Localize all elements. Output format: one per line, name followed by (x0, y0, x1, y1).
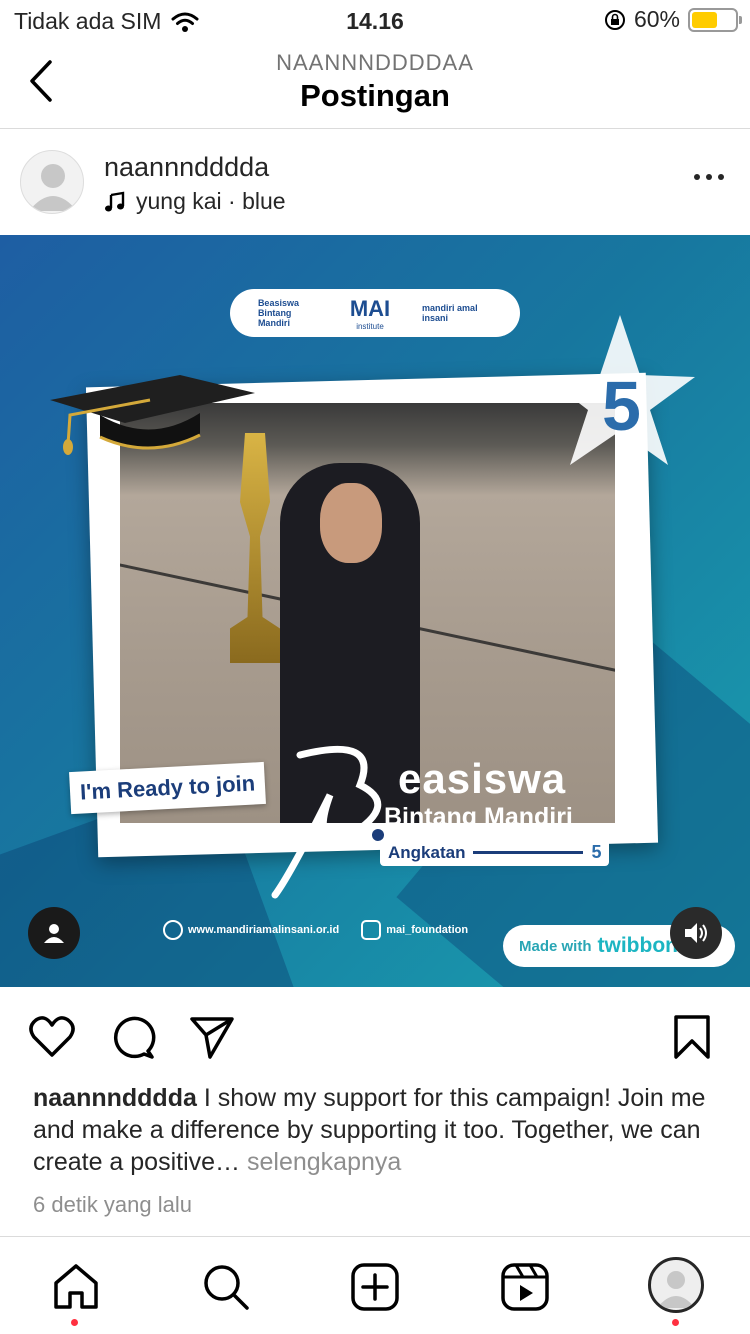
campaign-links: www.mandiriamalinsani.or.id mai_foundati… (163, 920, 468, 940)
tab-home[interactable] (50, 1261, 102, 1313)
more-dot (694, 174, 700, 180)
save-button[interactable] (668, 1013, 716, 1061)
beasiswa-title: easiswa (398, 755, 567, 802)
person-face (320, 483, 382, 563)
bookmark-icon (674, 1015, 710, 1059)
bintang-mandiri-title: Bintang Mandiri (384, 803, 573, 831)
person-icon (44, 924, 64, 943)
svg-text:5: 5 (602, 367, 641, 445)
more-options-button[interactable] (694, 174, 724, 180)
share-button[interactable] (188, 1013, 236, 1061)
profile-icon (657, 1271, 695, 1308)
post-header: naannndddda yung kai · blue (0, 130, 750, 235)
graduation-cap-icon (50, 375, 255, 455)
avatar[interactable] (20, 150, 84, 214)
tab-new-post[interactable] (349, 1261, 401, 1313)
paper-plane-icon (190, 1017, 234, 1059)
tab-search[interactable] (200, 1261, 252, 1313)
heart-icon (29, 1016, 75, 1057)
logo-mai-sub: institute (356, 321, 384, 331)
sponsor-logos: Beasiswa Bintang Mandiri MAI institute m… (230, 289, 520, 337)
music-label: yung kai · blue (136, 188, 286, 214)
angkatan-label: Angkatan 5 (380, 839, 610, 866)
more-dot (718, 174, 724, 180)
instagram-group: mai_foundation (361, 920, 468, 940)
post-username[interactable]: naannndddda (104, 152, 269, 183)
trophy (230, 433, 280, 663)
logo-mai: MAI (349, 295, 391, 321)
post-actions (0, 987, 750, 1087)
script-b-logo (271, 745, 384, 899)
bottom-tab-bar (0, 1236, 750, 1334)
logo-mandiri: mandiri amal insani (422, 303, 478, 323)
post-timestamp: 6 detik yang lalu (33, 1192, 192, 1217)
globe-icon (163, 920, 183, 940)
status-bar: Tidak ada SIM 14.16 60% (0, 0, 750, 40)
reels-icon (501, 1263, 549, 1311)
instagram-icon (361, 920, 382, 940)
music-link[interactable]: yung kai · blue (104, 188, 286, 215)
status-right: 60% (604, 6, 742, 33)
search-icon (204, 1265, 249, 1310)
angkatan-five: 5 (591, 842, 602, 862)
caption-username[interactable]: naannndddda (33, 1084, 197, 1112)
website-group: www.mandiriamalinsani.or.id (163, 920, 339, 940)
battery-percent: 60% (633, 6, 680, 32)
angkatan-bar (473, 851, 584, 854)
sound-toggle-button[interactable] (670, 907, 722, 959)
music-note-icon (105, 191, 125, 211)
post-caption: naannndddda I show my support for this c… (33, 1082, 723, 1178)
battery-icon (688, 7, 742, 32)
more-dot (706, 174, 712, 180)
like-button[interactable] (28, 1013, 76, 1061)
website-text: www.mandiriamalinsani.or.id (188, 924, 340, 936)
comment-button[interactable] (108, 1013, 156, 1061)
tagged-people-button[interactable] (28, 907, 80, 959)
post-image[interactable]: Beasiswa Bintang Mandiri MAI institute m… (0, 235, 750, 987)
star-five-logo: 5 (545, 315, 695, 465)
angkatan-text: Angkatan (388, 842, 466, 862)
new-post-icon (351, 1263, 399, 1311)
profile-notification-dot (672, 1319, 679, 1326)
logo-beasiswa: Beasiswa Bintang Mandiri (257, 298, 299, 328)
comment-icon (113, 1016, 156, 1059)
tab-reels[interactable] (499, 1261, 551, 1313)
see-more-link[interactable]: selengkapnya (240, 1148, 401, 1176)
made-with-text: Made with (519, 937, 592, 955)
default-avatar-icon (29, 164, 77, 211)
rotation-lock-icon (604, 9, 625, 30)
instagram-text: mai_foundation (386, 924, 469, 936)
page-title: Postingan (300, 78, 450, 113)
header-subtitle: NAANNNDDDDAA (276, 50, 474, 75)
home-icon (54, 1264, 98, 1309)
speaker-icon (685, 923, 707, 943)
home-notification-dot (71, 1319, 78, 1326)
nav-header: NAANNNDDDDAA Postingan (0, 40, 750, 129)
tab-profile[interactable] (648, 1257, 704, 1313)
